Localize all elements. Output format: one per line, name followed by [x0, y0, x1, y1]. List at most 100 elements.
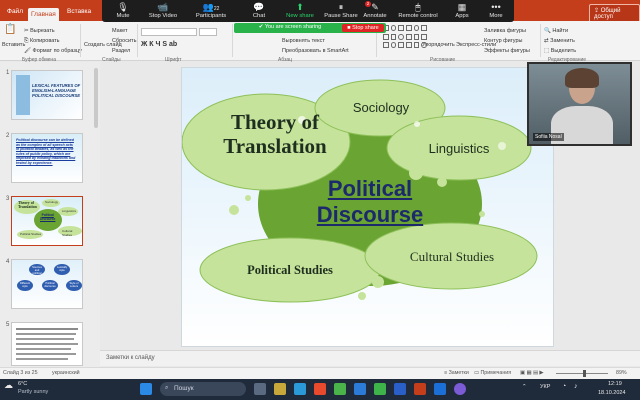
- mute-button[interactable]: 🎙 Mute: [103, 1, 143, 19]
- thumb-line: Linguistics: [62, 209, 77, 213]
- mail-icon[interactable]: [354, 383, 366, 395]
- thumb-line: Political discourse can be defined: [16, 138, 74, 142]
- weather-temp[interactable]: 6°C: [18, 381, 27, 387]
- taskbar-search[interactable]: Пошук: [160, 382, 246, 396]
- divider: [540, 24, 541, 57]
- whatsapp-icon[interactable]: [374, 383, 386, 395]
- notes-toggle[interactable]: ≡ Заметки: [444, 370, 469, 376]
- zoom-toolbar: 🎙 Mute 📹 Stop Video 👥22 Participants 💬 Chat …: [102, 0, 514, 22]
- font-name-field[interactable]: [141, 28, 197, 36]
- decor-dot: [245, 195, 251, 201]
- stop-video-button[interactable]: 📹 Stop Video: [143, 1, 183, 19]
- chat-button[interactable]: 💬 Chat: [239, 1, 279, 19]
- volume-icon[interactable]: ♪: [574, 383, 578, 390]
- reset-button[interactable]: Сбросить: [112, 38, 136, 44]
- thumbnails-scrollbar[interactable]: [94, 68, 98, 128]
- clock-time[interactable]: 12:19: [608, 381, 622, 387]
- select-button[interactable]: ⬚ Выделить: [544, 48, 576, 54]
- divider: [232, 24, 233, 57]
- chrome-icon[interactable]: [334, 383, 346, 395]
- view-buttons[interactable]: ▣ ▦ ▤ ▶: [520, 370, 544, 376]
- mic-icon: 🎙: [117, 2, 129, 12]
- align-text-button[interactable]: Выровнять текст: [282, 38, 325, 44]
- political-discourse-label: Political Discourse: [298, 176, 442, 228]
- thumb-line: tested by experience.: [16, 160, 53, 165]
- remote-control-button[interactable]: 🖱 Remote control: [393, 1, 443, 19]
- find-button[interactable]: 🔍 Найти: [544, 28, 568, 34]
- divider: [80, 24, 81, 57]
- thumb-number: 5: [6, 322, 10, 328]
- participants-label: Participants: [195, 13, 227, 19]
- slide-thumbnail-5[interactable]: [11, 322, 83, 366]
- decor-dot: [414, 121, 420, 127]
- more-button[interactable]: ••• More: [476, 1, 516, 19]
- status-bar: Слайд 3 из 25 украинский ≡ Заметки ▭ При…: [0, 367, 640, 379]
- cut-button[interactable]: ✂ Вырезать: [24, 28, 55, 34]
- chat-label: Chat: [252, 13, 266, 19]
- participants-button[interactable]: 👥22 Participants: [189, 1, 233, 19]
- webcam-video[interactable]: Sofiia Nosal: [527, 62, 632, 146]
- person-hair: [565, 68, 599, 88]
- thumb-line: POLITICAL DISCOURSE: [32, 93, 81, 98]
- slide-thumbnail-2[interactable]: Political discourse can be defined as th…: [11, 133, 83, 183]
- wifi-icon[interactable]: ◔: [562, 383, 566, 390]
- zoom-slider[interactable]: [556, 373, 608, 374]
- comments-toggle[interactable]: ▭ Примечания: [474, 370, 511, 376]
- new-share-label: New share: [286, 13, 314, 19]
- slide-thumbnail-4[interactable]: Sources and political texts Lexically styl…: [11, 259, 83, 309]
- remote-control-label: Remote control: [398, 13, 438, 19]
- word-icon[interactable]: [394, 383, 406, 395]
- remote-icon: 🖱: [415, 2, 421, 12]
- new-share-button[interactable]: ⬆ New share: [280, 1, 320, 19]
- annotate-button[interactable]: ✎ Annotate: [355, 1, 395, 19]
- shape-outline-button[interactable]: Контур фигуры: [484, 38, 522, 44]
- stop-share-button[interactable]: ■ Stop share: [342, 24, 384, 32]
- language-indicator[interactable]: украинский: [52, 370, 80, 376]
- slide-thumbnail-3[interactable]: Theory of Translation Sociology Linguist…: [11, 196, 83, 246]
- participants-icon: 👥22: [202, 2, 220, 12]
- taskview-icon[interactable]: [254, 383, 266, 395]
- zoom-app-icon[interactable]: [434, 383, 446, 395]
- zoom-slider-thumb[interactable]: [583, 370, 586, 377]
- thumb-line: Political Studies: [20, 232, 42, 236]
- viber-icon[interactable]: [454, 383, 466, 395]
- zoom-level[interactable]: 89%: [616, 370, 627, 376]
- replace-button[interactable]: ⇄ Заменить: [544, 38, 575, 44]
- edge-icon[interactable]: [294, 383, 306, 395]
- powerpoint-icon[interactable]: [414, 383, 426, 395]
- tab-home[interactable]: Главная: [28, 8, 59, 21]
- office-icon[interactable]: [314, 383, 326, 395]
- discourse-word: Discourse: [316, 202, 424, 227]
- select-label: Выделить: [550, 48, 577, 54]
- tray-chevron-icon[interactable]: ⌃: [522, 384, 527, 390]
- file-explorer-icon[interactable]: [274, 383, 286, 395]
- font-format-icons[interactable]: Ж К Ч S ab: [141, 41, 177, 48]
- format-painter-button[interactable]: 🖌 Формат по образцу: [24, 48, 82, 54]
- shape-fill-button[interactable]: Заливка фигуры: [484, 28, 526, 34]
- slide-thumbnail-1[interactable]: LEXICAL FEATURES OF ENGLISH-LANGUAGE POL…: [11, 70, 83, 120]
- weather-desc[interactable]: Partly sunny: [18, 389, 48, 395]
- decor-dot: [358, 292, 366, 300]
- thumb-line: Cultural Studies: [62, 229, 73, 237]
- political-studies-label: Political Studies: [247, 263, 333, 277]
- sharing-label: You are screen sharing: [264, 24, 322, 30]
- notes-placeholder: Заметки к слайду: [106, 355, 155, 361]
- copy-button[interactable]: ⎘ Копировать: [24, 38, 60, 45]
- arrange-button[interactable]: Упорядочить: [422, 42, 455, 48]
- shape-effects-button[interactable]: Эффекты фигуры: [484, 48, 530, 54]
- participants-count: 22: [213, 6, 220, 12]
- current-slide[interactable]: Theory of Translation Sociology Linguist…: [181, 67, 554, 347]
- clock-date[interactable]: 18.10.2024: [598, 390, 626, 396]
- keyboard-language[interactable]: УКР: [540, 384, 550, 390]
- notes-pane[interactable]: Заметки к слайду: [100, 350, 640, 366]
- layout-button[interactable]: Макет: [112, 28, 128, 34]
- smartart-button[interactable]: Преобразовать в SmartArt: [282, 48, 349, 54]
- screen-sharing-bar: ✔ You are screen sharing ■ Stop share: [234, 23, 386, 33]
- tab-insert[interactable]: Вставка: [64, 5, 94, 19]
- start-icon[interactable]: [140, 383, 152, 395]
- replace-label: Заменить: [550, 38, 575, 44]
- font-size-field[interactable]: [199, 28, 217, 36]
- paste-button[interactable]: Вставить: [2, 42, 25, 48]
- tab-file[interactable]: Файл: [4, 5, 26, 19]
- section-button[interactable]: Раздел: [112, 48, 130, 54]
